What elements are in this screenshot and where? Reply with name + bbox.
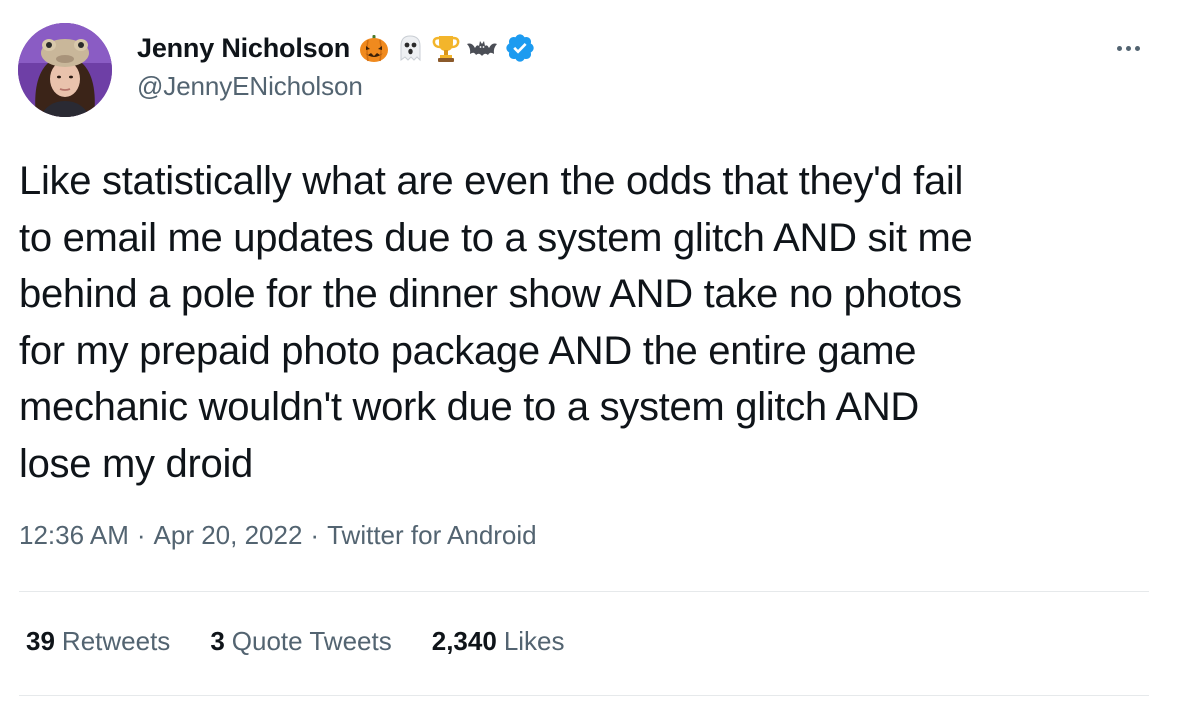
retweets-label: Retweets xyxy=(61,626,171,656)
likes-label: Likes xyxy=(503,626,565,656)
tweet-card: Jenny Nicholson @JennyENicholson Like st… xyxy=(0,0,1182,708)
more-dot xyxy=(1116,45,1122,51)
divider xyxy=(19,695,1149,696)
name-row: Jenny Nicholson xyxy=(137,30,536,66)
retweets-count: 39 xyxy=(26,626,55,656)
quote-tweets-count: 3 xyxy=(210,626,225,656)
retweets-stat[interactable]: 39 Retweets xyxy=(26,626,170,657)
more-dot xyxy=(1125,45,1131,51)
tweet-stats: 39 Retweets 3 Quote Tweets 2,340 Likes xyxy=(26,626,605,657)
quote-tweets-label: Quote Tweets xyxy=(231,626,392,656)
likes-count: 2,340 xyxy=(431,626,497,656)
meta-separator: · xyxy=(136,520,146,550)
avatar[interactable] xyxy=(18,23,112,117)
divider xyxy=(19,591,1149,592)
likes-stat[interactable]: 2,340 Likes xyxy=(432,626,565,657)
avatar-image xyxy=(18,23,112,117)
quote-tweets-stat[interactable]: 3 Quote Tweets xyxy=(210,626,391,657)
meta-separator: · xyxy=(310,520,320,550)
tweet-meta: 12:36 AM · Apr 20, 2022 · Twitter for An… xyxy=(19,520,537,551)
trophy-icon xyxy=(430,32,462,64)
more-dot xyxy=(1134,45,1140,51)
tweet-text: Like statistically what are even the odd… xyxy=(19,159,973,486)
tweet-source[interactable]: Twitter for Android xyxy=(327,520,537,551)
tweet-date[interactable]: Apr 20, 2022 xyxy=(154,520,303,551)
bat-icon xyxy=(466,32,498,64)
ghost-icon xyxy=(394,32,426,64)
tweet-time[interactable]: 12:36 AM xyxy=(19,520,129,551)
pumpkin-icon xyxy=(358,32,390,64)
display-name[interactable]: Jenny Nicholson xyxy=(137,33,350,64)
verified-badge-icon[interactable] xyxy=(504,32,536,64)
user-handle[interactable]: @JennyENicholson xyxy=(137,71,363,102)
more-options-button[interactable] xyxy=(1108,36,1148,60)
